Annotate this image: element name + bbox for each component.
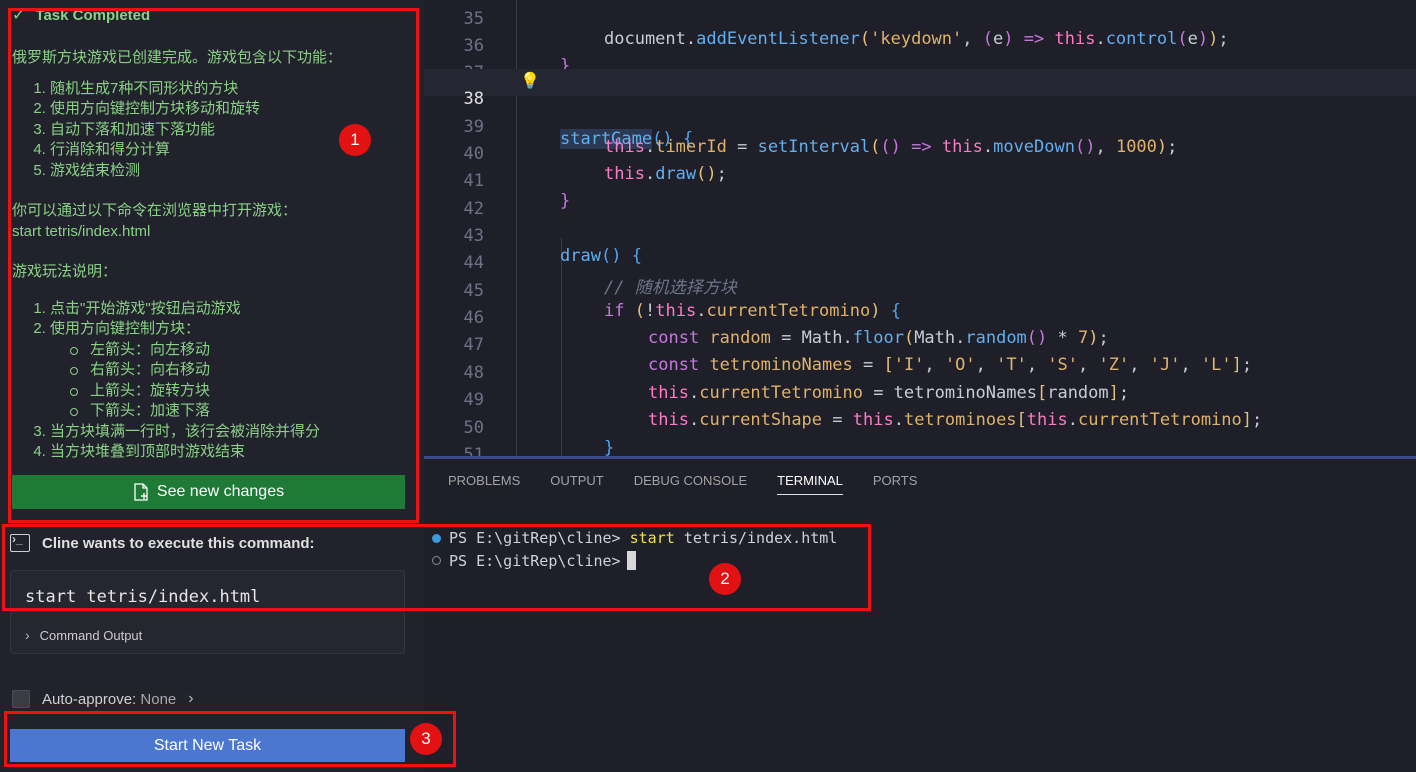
lightbulb-icon[interactable]: 💡 (520, 71, 540, 90)
bottom-panel: PROBLEMS OUTPUT DEBUG CONSOLE TERMINAL P… (424, 459, 1416, 772)
panel-tabs: PROBLEMS OUTPUT DEBUG CONSOLE TERMINAL P… (448, 473, 917, 495)
auto-approve-row[interactable]: Auto-approve: None › (12, 690, 194, 708)
code-line: 41 } (424, 151, 1416, 211)
tab-debug-console[interactable]: DEBUG CONSOLE (634, 473, 747, 495)
command-output-toggle[interactable]: › Command Output (25, 627, 142, 643)
code-line: 43 draw() { (424, 206, 1416, 266)
code-line: 49 this.currentShape = this.tetrominoes[… (424, 370, 1416, 430)
tab-output[interactable]: OUTPUT (550, 473, 603, 495)
code-line: 45 if (!this.currentTetromino) { (424, 261, 1416, 321)
code-line: 42 (424, 179, 1416, 219)
annotation-box-1 (8, 8, 419, 523)
annotation-box-3 (4, 711, 456, 767)
code-editor[interactable]: 35 document.addEventListener('keydown', … (424, 0, 1416, 458)
code-line: 36 } (424, 16, 1416, 76)
code-line: 35 document.addEventListener('keydown', … (424, 0, 1416, 49)
annotation-badge-3: 3 (410, 723, 442, 755)
divider (11, 611, 404, 612)
tab-ports[interactable]: PORTS (873, 473, 918, 495)
code-line: 47 const tetrominoNames = ['I', 'O', 'T'… (424, 315, 1416, 375)
auto-approve-checkbox[interactable] (12, 690, 30, 708)
code-line: 48 this.currentTetromino = tetrominoName… (424, 343, 1416, 403)
auto-approve-label: Auto-approve: (42, 690, 137, 708)
chevron-right-icon: › (25, 627, 30, 643)
code-line: 50 } (424, 398, 1416, 458)
chevron-right-icon: › (188, 690, 194, 707)
annotation-badge-1: 1 (339, 124, 371, 156)
code-line: 37 (424, 43, 1416, 83)
auto-approve-value: None (140, 690, 177, 708)
code-line: 39 this.timerId = setInterval(() => this… (424, 97, 1416, 157)
code-line: 46 const random = Math.floor(Math.random… (424, 288, 1416, 348)
command-output-label: Command Output (39, 627, 143, 643)
code-line: 51 (424, 425, 1416, 458)
annotation-badge-2: 2 (709, 563, 741, 595)
code-line-current: 38 💡 startGame() { (424, 69, 1416, 149)
tab-terminal[interactable]: TERMINAL (777, 473, 843, 495)
code-line: 40 this.draw(); (424, 124, 1416, 184)
code-line: 44 // 随机选择方块 (424, 233, 1416, 298)
tab-problems[interactable]: PROBLEMS (448, 473, 520, 495)
annotation-box-2 (2, 524, 871, 611)
